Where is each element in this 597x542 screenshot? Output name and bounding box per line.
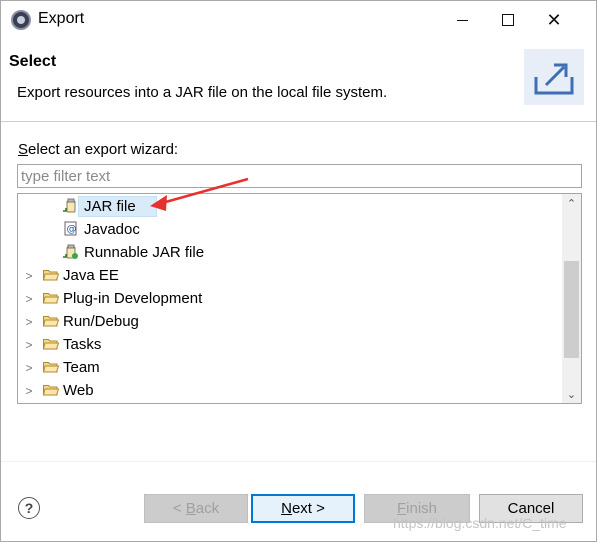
tree-category-label: Plug-in Development [63, 290, 203, 307]
folder-icon [43, 339, 59, 350]
window-title: Export [38, 10, 85, 27]
svg-text:@: @ [67, 224, 77, 235]
expand-chevron-icon[interactable]: > [24, 264, 34, 287]
wizard-tree[interactable]: JAR file @ Javadoc Runnable JAR file > J… [17, 193, 582, 404]
runnable-jar-icon [63, 244, 78, 259]
jar-icon [63, 198, 76, 213]
tree-category-label: Team [63, 359, 100, 376]
tree-category-java-ee[interactable]: > Java EE [18, 264, 563, 287]
back-button-label: ack [195, 500, 220, 517]
tree-item-jar-file[interactable]: JAR file [18, 195, 563, 218]
folder-icon [43, 362, 59, 373]
maximize-button[interactable] [485, 5, 531, 35]
folder-icon [43, 270, 59, 281]
page-description: Export resources into a JAR file on the … [17, 84, 388, 101]
export-dialog: Export ✕ Select Export resources into a … [0, 0, 597, 542]
back-button[interactable]: < Back [144, 494, 248, 523]
tree-item-label: Javadoc [84, 221, 140, 238]
tree-category-team[interactable]: > Team [18, 356, 563, 379]
maximize-icon [502, 14, 514, 26]
back-button-prefix: < [172, 500, 186, 517]
tree-item-javadoc[interactable]: @ Javadoc [18, 218, 563, 241]
minimize-icon [456, 19, 468, 21]
export-wizard-icon [524, 49, 584, 105]
next-button-mnemonic: N [281, 500, 292, 517]
banner-separator [1, 121, 596, 122]
wizard-label: Select an export wizard: [18, 141, 178, 158]
tree-category-label: Run/Debug [63, 313, 139, 330]
javadoc-icon: @ [64, 221, 77, 236]
title-bar: Export ✕ [1, 1, 596, 39]
tree-item-label: JAR file [84, 198, 136, 215]
tree-scrollbar[interactable]: ⌃ ⌄ [562, 194, 581, 403]
help-icon[interactable]: ? [18, 497, 40, 519]
tree-category-label: Tasks [63, 336, 102, 353]
next-button-label: ext > [291, 500, 325, 517]
watermark: https://blog.csdn.net/C_time [393, 515, 567, 531]
expand-chevron-icon[interactable]: > [24, 379, 34, 402]
expand-chevron-icon[interactable]: > [24, 310, 34, 333]
button-bar-separator [1, 461, 596, 462]
folder-icon [43, 293, 59, 304]
filter-input[interactable] [17, 164, 582, 188]
close-icon: ✕ [546, 9, 562, 30]
tree-category-label: Web [63, 382, 94, 399]
tree-item-label: Runnable JAR file [84, 244, 205, 261]
tree-category-tasks[interactable]: > Tasks [18, 333, 563, 356]
expand-chevron-icon[interactable]: > [24, 333, 34, 356]
tree-category-plugin-development[interactable]: > Plug-in Development [18, 287, 563, 310]
wizard-label-text: elect an export wizard: [28, 141, 179, 158]
wizard-banner: Select Export resources into a JAR file … [1, 39, 596, 121]
wizard-label-mnemonic: S [18, 141, 29, 158]
scroll-up-icon[interactable]: ⌃ [562, 194, 581, 212]
tree-category-run-debug[interactable]: > Run/Debug [18, 310, 563, 333]
close-button[interactable]: ✕ [531, 5, 577, 35]
page-title: Select [9, 53, 57, 70]
eclipse-icon [11, 10, 31, 30]
expand-chevron-icon[interactable]: > [24, 287, 34, 310]
folder-icon [43, 385, 59, 396]
next-button[interactable]: Next > [251, 494, 355, 523]
tree-category-label: Java EE [63, 267, 119, 284]
tree-item-runnable-jar[interactable]: Runnable JAR file [18, 241, 563, 264]
back-button-mnemonic: B [185, 500, 196, 517]
scroll-down-icon[interactable]: ⌄ [562, 385, 581, 403]
minimize-button[interactable] [439, 5, 485, 35]
scroll-thumb[interactable] [564, 261, 579, 358]
expand-chevron-icon[interactable]: > [24, 356, 34, 379]
folder-icon [43, 316, 59, 327]
tree-category-web[interactable]: > Web [18, 379, 563, 402]
